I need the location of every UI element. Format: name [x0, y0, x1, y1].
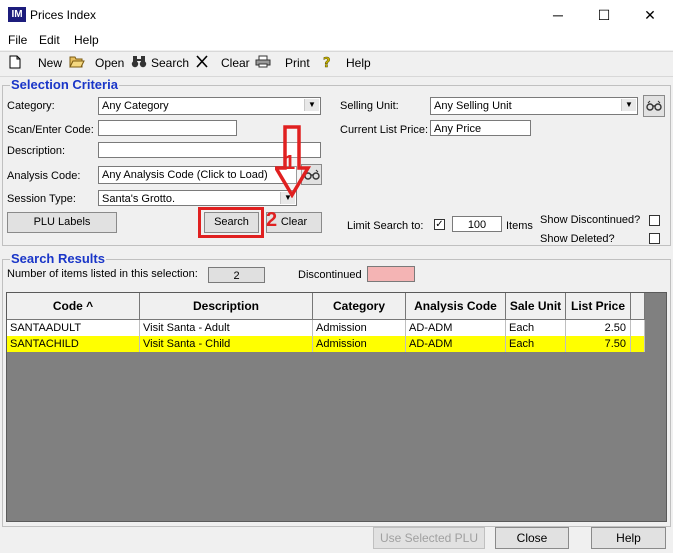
table-cell-description[interactable]: Visit Santa - Adult	[140, 320, 313, 336]
show-discontinued-checkbox[interactable]	[649, 215, 660, 226]
toolbar-new-button[interactable]: New	[38, 56, 62, 70]
help-question-icon[interactable]: ?	[319, 55, 335, 72]
scan-code-input[interactable]	[98, 120, 237, 136]
discontinued-legend-label: Discontinued	[298, 269, 362, 281]
current-list-price-label: Current List Price:	[340, 124, 429, 136]
table-cell-description[interactable]: Visit Santa - Child	[140, 336, 313, 352]
column-header-description[interactable]: Description	[140, 293, 313, 320]
items-label: Items	[506, 220, 533, 232]
table-cell-sale-unit[interactable]: Each	[506, 320, 566, 336]
help-button[interactable]: Help	[591, 527, 666, 549]
search-highlight-box	[198, 207, 264, 238]
selling-unit-value: Any Selling Unit	[434, 100, 512, 112]
list-price-input[interactable]: Any Price	[430, 120, 531, 136]
analysis-code-field[interactable]: Any Analysis Code (Click to Load)	[98, 166, 297, 184]
toolbar-search-button[interactable]: Search	[151, 56, 189, 70]
table-cell-sale-unit[interactable]: Each	[506, 336, 566, 352]
column-header-analysis-code[interactable]: Analysis Code	[406, 293, 506, 320]
menu-edit[interactable]: Edit	[39, 33, 60, 47]
minimize-button[interactable]: ─	[535, 0, 581, 30]
chevron-down-icon[interactable]: ▼	[304, 99, 319, 111]
toolbar-print-button[interactable]: Print	[285, 56, 310, 70]
menu-bar	[0, 30, 673, 50]
table-cell-code[interactable]: SANTAADULT	[7, 320, 140, 336]
window-title: Prices Index	[30, 8, 97, 22]
svg-text:?: ?	[323, 56, 331, 69]
description-label: Description:	[7, 145, 66, 157]
table-cell-analysis-code[interactable]: AD-ADM	[406, 320, 506, 336]
open-folder-icon[interactable]	[69, 55, 85, 71]
plu-labels-button[interactable]: PLU Labels	[7, 212, 117, 233]
column-header-spacer	[631, 293, 645, 320]
selection-criteria-title: Selection Criteria	[10, 77, 119, 92]
limit-search-label: Limit Search to:	[347, 220, 424, 232]
table-cell-spacer	[631, 320, 645, 336]
show-deleted-checkbox[interactable]	[649, 233, 660, 244]
session-type-value: Santa's Grotto.	[102, 193, 176, 205]
close-window-button[interactable]: ✕	[627, 0, 673, 30]
use-selected-plu-button[interactable]: Use Selected PLU	[373, 527, 485, 549]
clear-x-icon[interactable]	[194, 55, 210, 71]
table-cell-analysis-code[interactable]: AD-ADM	[406, 336, 506, 352]
binoculars-search-icon[interactable]	[131, 55, 147, 71]
session-type-label: Session Type:	[7, 193, 76, 205]
app-icon: IM	[8, 7, 26, 22]
table-cell-spacer	[631, 336, 645, 352]
limit-search-input[interactable]: 100	[452, 216, 502, 232]
session-type-dropdown[interactable]: Santa's Grotto. ▼	[98, 190, 297, 206]
category-dropdown[interactable]: Any Category ▼	[98, 97, 321, 115]
table-cell-list-price[interactable]: 2.50	[566, 320, 631, 336]
item-count-value: 2	[208, 267, 265, 283]
column-header-list-price[interactable]: List Price	[566, 293, 631, 320]
column-header-sale-unit[interactable]: Sale Unit	[506, 293, 566, 320]
toolbar-help-button[interactable]: Help	[346, 56, 371, 70]
scan-code-label: Scan/Enter Code:	[7, 124, 94, 136]
show-discontinued-label: Show Discontinued?	[540, 214, 641, 226]
menu-file[interactable]: File	[8, 33, 27, 47]
analysis-code-label: Analysis Code:	[7, 170, 81, 182]
item-count-label: Number of items listed in this selection…	[7, 268, 198, 280]
selling-unit-label: Selling Unit:	[340, 100, 399, 112]
table-cell-category[interactable]: Admission	[313, 336, 406, 352]
step-1-annotation: 1	[284, 152, 296, 174]
category-value: Any Category	[102, 100, 169, 112]
menu-help[interactable]: Help	[74, 33, 99, 47]
table-cell-code[interactable]: SANTACHILD	[7, 336, 140, 352]
category-label: Category:	[7, 100, 55, 112]
toolbar-clear-button[interactable]: Clear	[221, 56, 250, 70]
limit-search-checkbox[interactable]: ✓	[434, 219, 445, 230]
table-cell-list-price[interactable]: 7.50	[566, 336, 631, 352]
binoculars-icon	[646, 100, 662, 111]
chevron-down-icon[interactable]: ▼	[621, 99, 636, 111]
search-results-title: Search Results	[10, 251, 106, 266]
toolbar-open-button[interactable]: Open	[95, 56, 124, 70]
column-header-code[interactable]: Code ^	[7, 293, 140, 320]
show-deleted-label: Show Deleted?	[540, 233, 615, 245]
column-header-category[interactable]: Category	[313, 293, 406, 320]
new-document-icon[interactable]	[7, 55, 23, 72]
selling-unit-dropdown[interactable]: Any Selling Unit ▼	[430, 97, 638, 115]
close-button[interactable]: Close	[495, 527, 569, 549]
printer-icon[interactable]	[255, 55, 271, 71]
step-2-annotation: 2	[266, 209, 278, 231]
selling-unit-binoculars-button[interactable]	[643, 95, 665, 117]
discontinued-color-swatch	[367, 266, 415, 282]
maximize-button[interactable]: ☐	[581, 0, 627, 30]
table-cell-category[interactable]: Admission	[313, 320, 406, 336]
